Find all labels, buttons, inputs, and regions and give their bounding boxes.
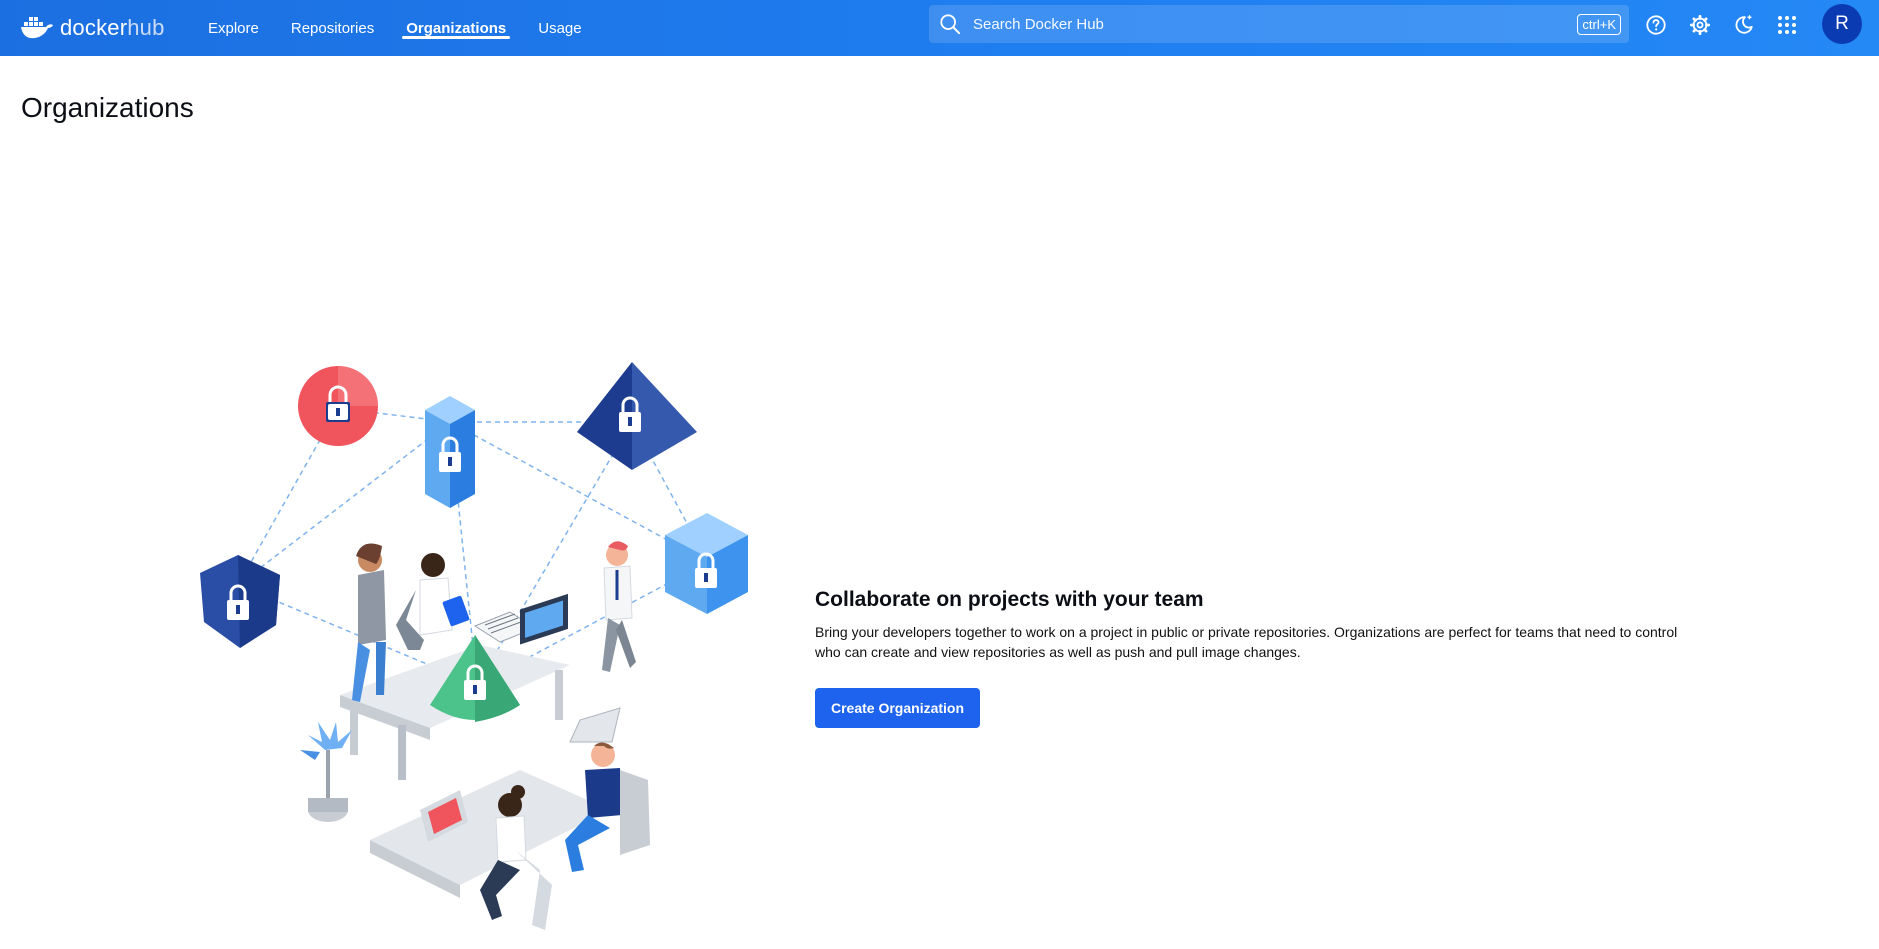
nav-explore[interactable]: Explore [196,0,271,56]
empty-state-description: Bring your developers together to work o… [815,624,1678,660]
logo-text-docker: docker [60,15,128,40]
help-icon [1646,15,1666,35]
nav-organizations[interactable]: Organizations [394,0,518,56]
nav-repositories[interactable]: Repositories [279,0,386,56]
team-collaboration-illustration [200,362,748,930]
person-seated-man [396,553,470,650]
cube-lock-node [665,513,748,614]
pyramid-lock-node [577,362,697,470]
search-input[interactable] [971,14,1578,34]
settings-button[interactable] [1685,10,1715,40]
search-shortcut-badge: ctrl+K [1577,13,1621,35]
person-standing-woman [352,543,386,702]
apps-menu-button[interactable] [1772,10,1802,40]
help-button[interactable] [1641,10,1671,40]
page-title: Organizations [21,92,194,123]
theme-toggle-icon [1735,15,1753,34]
search-icon [940,14,961,35]
docker-hub-logo[interactable]: dockerhub [20,8,165,48]
gear-icon [1689,14,1711,36]
main-nav: Explore Repositories Organizations Usage [196,0,602,56]
hexagon-lock-node [200,555,280,648]
empty-state-heading: Collaborate on projects with your team [815,588,1204,611]
theme-toggle-button[interactable] [1729,10,1759,40]
apps-grid-icon [1778,16,1796,34]
empty-state-panel: Collaborate on projects with your team B… [815,588,1715,728]
docker-whale-icon [21,17,53,39]
red-circle-lock-node [298,366,378,446]
logo-text-hub: hub [127,15,165,40]
plant [300,722,352,822]
create-organization-button[interactable]: Create Organization [815,688,981,728]
top-navigation-bar: dockerhub Explore Repositories Organizat… [0,0,1879,56]
blue-pillar-lock-node [425,396,475,508]
nav-usage[interactable]: Usage [526,0,593,56]
user-avatar[interactable]: R [1822,4,1862,44]
search-bar[interactable]: ctrl+K [929,5,1629,43]
person-walking-man [602,541,636,672]
logo-wordmark: dockerhub [60,15,165,41]
